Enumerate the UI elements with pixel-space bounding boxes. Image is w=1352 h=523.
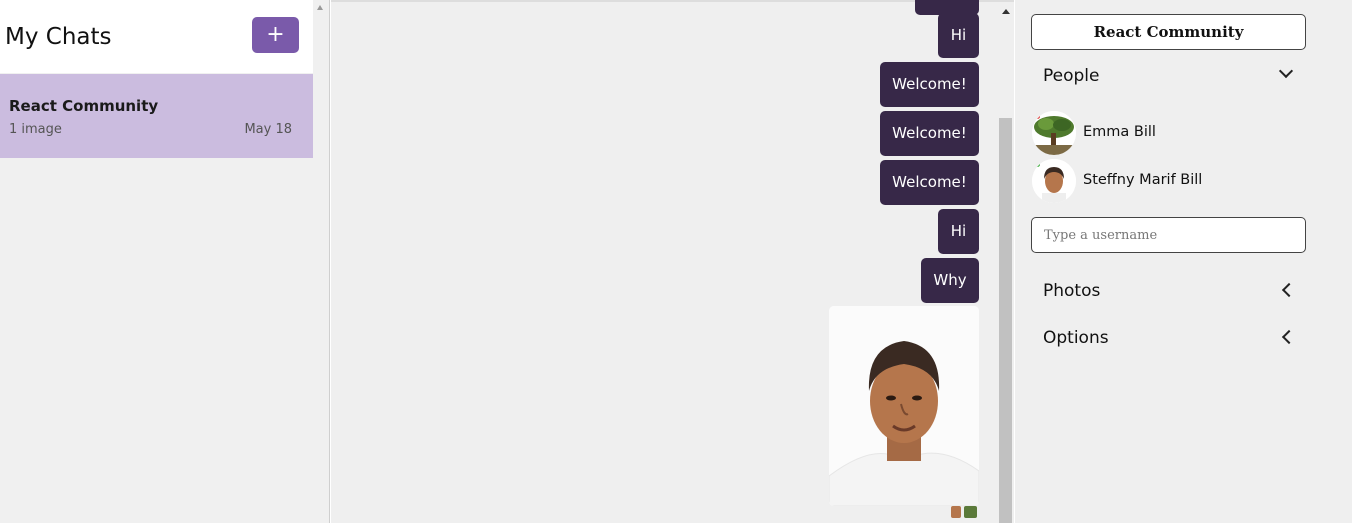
scroll-up-arrow-icon[interactable] xyxy=(317,5,323,10)
message-bubble: Welcome! xyxy=(880,62,979,107)
chat-card-preview: 1 image xyxy=(9,122,62,137)
read-receipt-avatar xyxy=(951,506,961,518)
people-section-header[interactable]: People xyxy=(1043,66,1099,86)
message-bubble: Hi xyxy=(938,209,979,254)
chat-list-title: My Chats xyxy=(5,24,112,50)
chat-list-header: My Chats + xyxy=(0,0,313,73)
message-bubble: Why xyxy=(921,258,979,303)
chat-title-field[interactable]: React Community xyxy=(1031,14,1306,50)
photos-section-header[interactable]: Photos xyxy=(1043,281,1100,301)
message-bubble: Welcome! xyxy=(880,111,979,156)
portrait-photo xyxy=(829,306,979,506)
chevron-left-icon[interactable] xyxy=(1281,329,1297,345)
chat-card-react-community[interactable]: React Community 1 image May 18 xyxy=(0,74,313,158)
chat-card-title: React Community xyxy=(9,97,159,115)
chat-card-date: May 18 xyxy=(244,122,292,137)
person-name: Emma Bill xyxy=(1083,124,1156,140)
person-name: Steffny Marif Bill xyxy=(1083,172,1203,188)
feed-scrollbar[interactable] xyxy=(999,118,1012,523)
message-bubble: Hi xyxy=(938,13,979,58)
options-section-header[interactable]: Options xyxy=(1043,328,1109,348)
username-search-input[interactable] xyxy=(1031,217,1306,253)
read-receipt-avatar xyxy=(964,506,977,518)
status-dot xyxy=(1035,162,1040,167)
chevron-left-icon[interactable] xyxy=(1281,282,1297,298)
chat-settings-panel: React Community People Emma Bill Steffny… xyxy=(1015,0,1352,523)
image-message-photo[interactable] xyxy=(829,306,979,506)
chevron-down-icon[interactable] xyxy=(1278,63,1294,79)
scroll-up-arrow-icon[interactable] xyxy=(1002,9,1010,14)
chat-list-panel: My Chats + React Community 1 image May 1… xyxy=(0,0,330,523)
avatar xyxy=(1032,111,1076,155)
message-bubble: Welcome! xyxy=(880,160,979,205)
avatar xyxy=(1032,159,1076,203)
new-chat-button[interactable]: + xyxy=(252,17,299,53)
status-dot xyxy=(1035,114,1040,119)
